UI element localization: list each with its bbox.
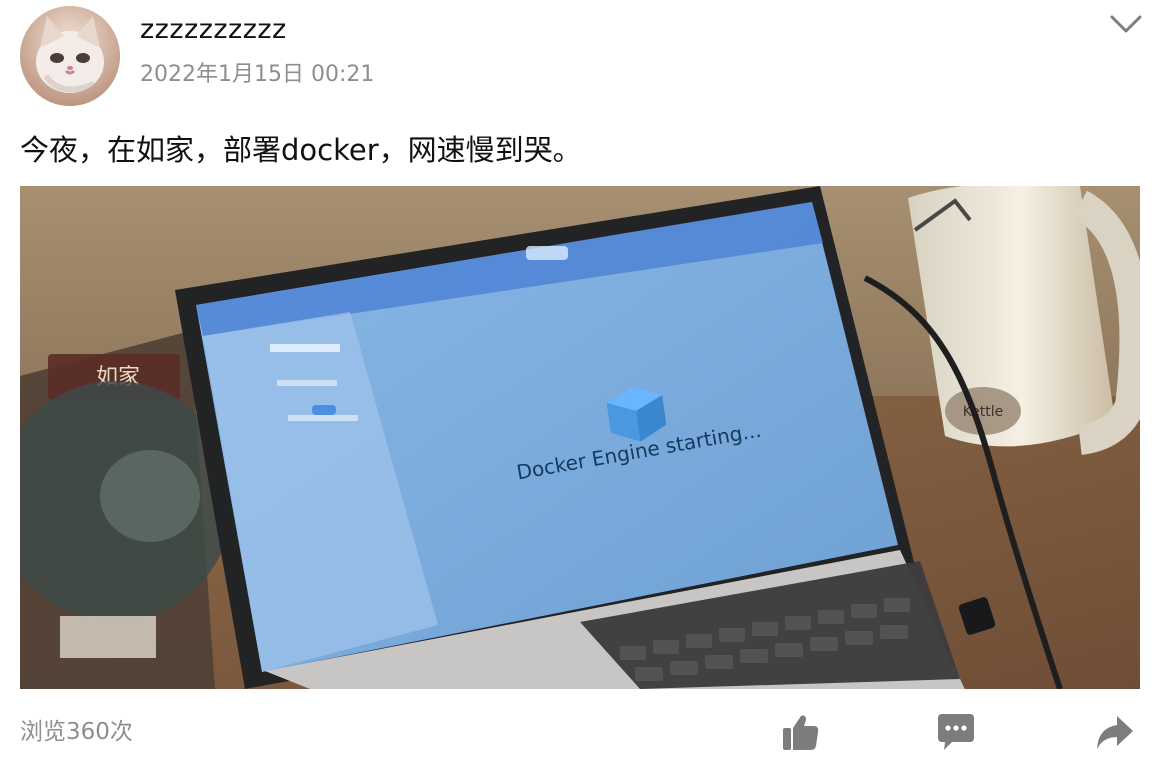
avatar[interactable]: [20, 6, 120, 106]
laptop-photo: 如家 Docker Engine starting... Kettle: [20, 186, 1140, 689]
share-icon[interactable]: [1092, 710, 1136, 754]
chevron-down-icon[interactable]: [1108, 8, 1144, 38]
author-name[interactable]: zzzzzzzzzz: [140, 14, 287, 46]
post-text: 今夜，在如家，部署docker，网速慢到哭。: [20, 133, 582, 167]
post-photo[interactable]: 如家 Docker Engine starting... Kettle: [20, 186, 1140, 689]
post-header: zzzzzzzzzz 2022年1月15日 00:21: [0, 0, 1158, 120]
comment-icon[interactable]: [934, 710, 978, 754]
post-footer: 浏览360次: [0, 700, 1158, 766]
view-count: 浏览360次: [20, 719, 133, 745]
cat-avatar-image: [20, 6, 120, 106]
thumbs-up-icon[interactable]: [778, 710, 822, 754]
post-timestamp: 2022年1月15日 00:21: [140, 62, 375, 87]
